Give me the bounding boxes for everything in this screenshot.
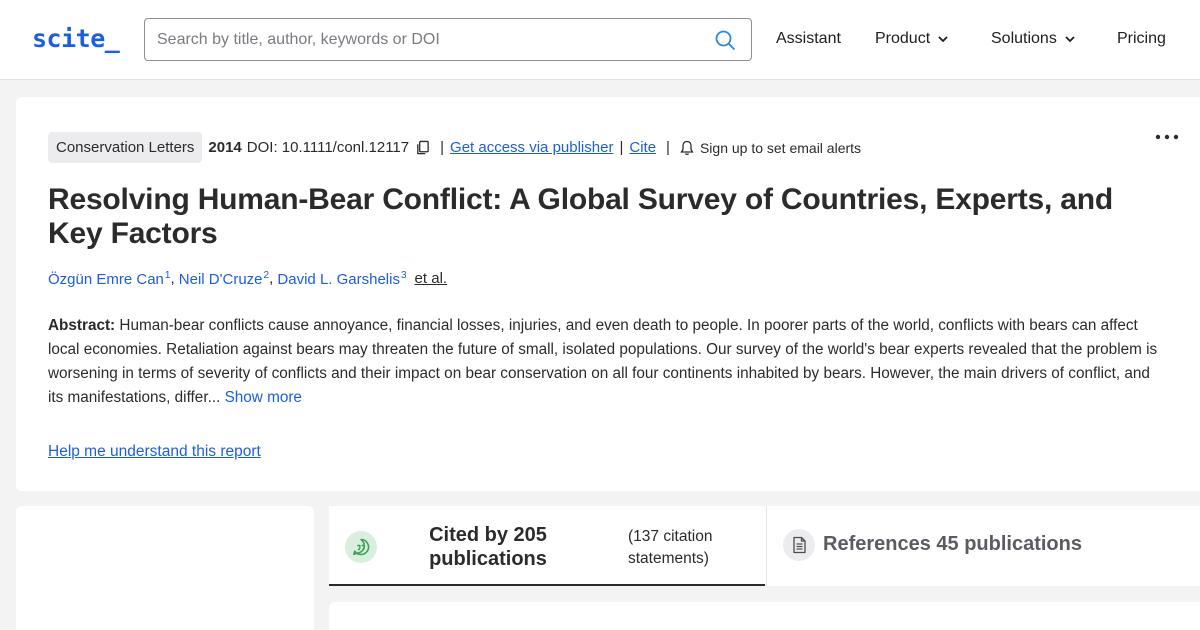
author-separator: , [170,270,179,287]
publication-year: 2014 [208,139,242,156]
nav-solutions-label: Solutions [991,30,1057,47]
search-icon[interactable] [713,28,737,52]
cited-by-count: Cited by 205 publications [429,524,547,570]
doi-text: DOI: 10.1111/conl.12117 [246,139,410,156]
help-understand-link[interactable]: Help me understand this report [48,443,261,461]
citation-statements-count: (137 citation statements) [628,528,713,567]
author-separator: , [269,270,278,287]
et-al-link[interactable]: et al. [415,270,448,288]
article-card: Conservation Letters 2014 DOI: 10.1111/c… [16,97,1200,491]
search-box[interactable] [144,18,752,61]
nav-solutions[interactable]: Solutions [991,30,1077,48]
abstract-text: Human-bear conflicts cause annoyance, fi… [48,317,1158,406]
show-more-link[interactable]: Show more [225,389,302,406]
cite-link[interactable]: Cite [629,139,656,156]
article-meta: Conservation Letters 2014 DOI: 10.1111/c… [48,132,861,163]
nav-assistant[interactable]: Assistant [776,30,841,48]
side-panel [16,506,314,630]
author-affiliation-number: 3 [400,270,407,281]
citation-tabs: Cited by 205 publications (137 citation … [329,506,1200,586]
top-navigation-bar: scite_ Assistant Product Solutions Prici… [0,0,1200,80]
author-link[interactable]: David L. Garshelis3 [277,270,406,288]
search-input[interactable] [157,19,697,60]
author-list: Özgün Emre Can1 , Neil D'Cruze2 , David … [48,270,447,288]
journal-badge[interactable]: Conservation Letters [48,132,203,163]
separator: | [440,139,445,156]
nav-product[interactable]: Product [875,30,950,48]
more-options-icon[interactable] [1154,133,1180,141]
scite-logo[interactable]: scite_ [32,24,120,53]
citation-list-panel [329,602,1200,630]
separator: | [619,139,624,156]
nav-assistant-label: Assistant [776,30,841,47]
abstract: Abstract: Human-bear conflicts cause ann… [48,314,1158,410]
get-access-link[interactable]: Get access via publisher [450,139,613,156]
author-name: David L. Garshelis [277,271,400,288]
copy-icon[interactable] [415,140,430,155]
article-title: Resolving Human-Bear Conflict: A Global … [48,183,1114,250]
separator: | [666,139,670,156]
tab-cited-by[interactable]: Cited by 205 publications (137 citation … [329,506,765,586]
bell-icon[interactable] [680,140,694,156]
document-icon [783,529,815,561]
chevron-down-icon [938,36,948,43]
tab-references[interactable]: References 45 publications [766,506,1200,586]
chevron-down-icon [1065,36,1075,43]
nav-pricing[interactable]: Pricing [1117,30,1166,48]
nav-pricing-label: Pricing [1117,30,1166,47]
nav-product-label: Product [875,30,931,47]
email-alert-link[interactable]: Sign up to set email alerts [700,140,861,156]
author-link[interactable]: Özgün Emre Can1 [48,270,170,288]
abstract-label: Abstract: [48,317,116,334]
references-count: References 45 publications [823,533,1082,555]
author-name: Özgün Emre Can [48,271,164,288]
author-link[interactable]: Neil D'Cruze2 [179,270,269,288]
citation-quote-icon [345,531,377,563]
author-name: Neil D'Cruze [178,271,263,288]
